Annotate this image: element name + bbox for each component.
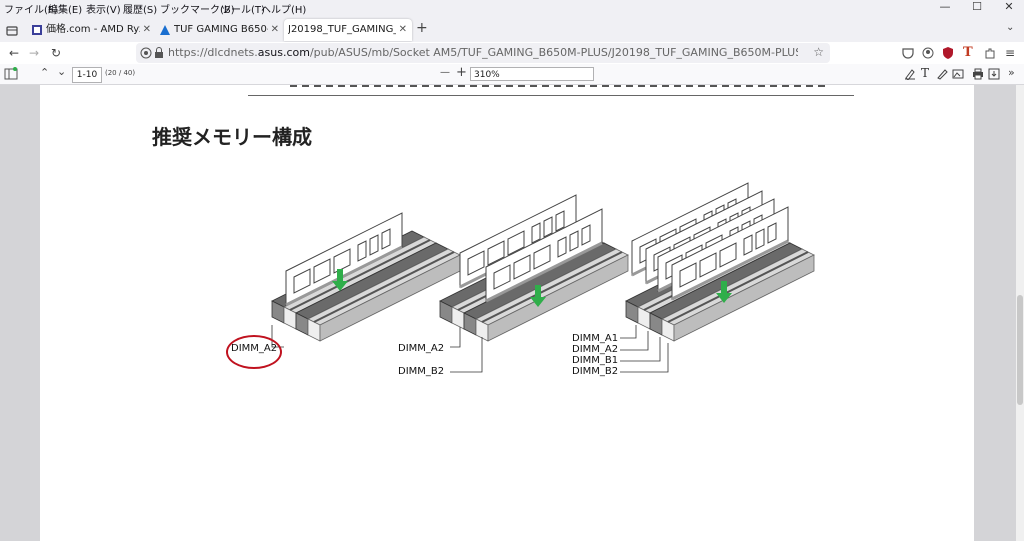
tab-title: 価格.com - AMD Ryze xyxy=(46,24,140,35)
highlight-tool-icon[interactable] xyxy=(904,68,916,80)
dimm-label-b2: DIMM_B2 xyxy=(398,366,445,377)
new-tab-button[interactable]: + xyxy=(416,20,428,36)
dimm-label-a2: DIMM_A2 xyxy=(572,344,619,355)
zoom-out-button[interactable]: — xyxy=(440,67,450,78)
dimm-label-a1: DIMM_A1 xyxy=(572,333,619,344)
tab-tuf-gaming[interactable]: TUF GAMING B650-PL ✕ xyxy=(156,19,284,41)
menu-bar: ファイル(F) 編集(E) 表示(V) 履歴(S) ブックマーク(B) ツール(… xyxy=(0,0,1024,16)
scrollbar-thumb[interactable] xyxy=(1017,295,1023,405)
menu-help[interactable]: ヘルプ(H) xyxy=(261,1,306,16)
vertical-scrollbar[interactable] xyxy=(1016,85,1024,541)
shield-extension-icon[interactable] xyxy=(942,47,954,59)
account-icon[interactable] xyxy=(922,47,934,59)
save-icon[interactable] xyxy=(988,68,1000,80)
tab-overflow-icon[interactable]: ⌄ xyxy=(1006,22,1014,33)
menu-history[interactable]: 履歴(S) xyxy=(123,1,157,16)
config-1-illustration xyxy=(271,211,461,348)
page-number-input[interactable]: 1-10 xyxy=(72,67,102,83)
dimm-label-b1: DIMM_B1 xyxy=(572,355,619,366)
maximize-button[interactable]: ☐ xyxy=(962,0,992,16)
text-tool-icon[interactable]: T xyxy=(921,66,929,80)
navigation-bar: ← → ↻ https://dlcdnets.asus.com/pub/ASUS… xyxy=(0,42,1024,65)
address-bar[interactable]: https://dlcdnets.asus.com/pub/ASUS/mb/So… xyxy=(136,43,830,63)
tab-title: TUF GAMING B650-PL xyxy=(174,24,268,35)
forward-icon[interactable]: → xyxy=(26,45,42,61)
draw-tool-icon[interactable] xyxy=(936,68,948,80)
tab-bar: 価格.com - AMD Ryze ✕ TUF GAMING B650-PL ✕… xyxy=(0,16,1024,42)
tab-kakaku[interactable]: 価格.com - AMD Ryze ✕ xyxy=(28,19,156,41)
menu-edit[interactable]: 編集(E) xyxy=(48,1,82,16)
menu-view[interactable]: 表示(V) xyxy=(86,1,121,16)
sidebar-toggle-icon[interactable] xyxy=(4,67,18,81)
pdf-page: 推奨メモリー構成 DIMM_A2 DIMM_A2 DIMM_B2 DIMM_A1… xyxy=(40,85,974,541)
zoom-select[interactable]: 310% xyxy=(470,67,594,81)
tools-more-icon[interactable]: » xyxy=(1008,66,1015,79)
close-window-button[interactable]: ✕ xyxy=(994,0,1024,16)
tab-list-icon[interactable] xyxy=(6,24,18,36)
back-icon[interactable]: ← xyxy=(6,45,22,61)
dimm-label-a2: DIMM_A2 xyxy=(398,343,445,354)
site-info-icon[interactable] xyxy=(140,47,152,59)
print-icon[interactable] xyxy=(972,68,984,80)
tab-close-icon[interactable]: ✕ xyxy=(143,19,151,41)
next-page-icon[interactable]: ⌄ xyxy=(57,65,66,78)
dimm-label-b2: DIMM_B2 xyxy=(572,366,619,377)
tab-close-icon[interactable]: ✕ xyxy=(399,19,407,41)
pdf-viewer: 推奨メモリー構成 DIMM_A2 DIMM_A2 DIMM_B2 DIMM_A1… xyxy=(0,85,1024,541)
highlight-oval xyxy=(226,335,282,369)
page-count: (20 / 40) xyxy=(105,69,136,77)
kakaku-favicon-icon xyxy=(32,25,42,35)
asus-favicon-icon xyxy=(160,25,170,35)
menu-tools[interactable]: ツール(T) xyxy=(221,1,265,16)
pocket-icon[interactable] xyxy=(902,47,914,59)
reload-icon[interactable]: ↻ xyxy=(48,45,64,61)
bookmark-star-icon[interactable]: ☆ xyxy=(813,45,824,59)
pdf-toolbar: ⌃ ⌄ 1-10 (20 / 40) — + 310% T » xyxy=(0,64,1024,85)
tab-close-icon[interactable]: ✕ xyxy=(271,19,279,41)
lock-icon xyxy=(155,47,163,58)
extensions-icon[interactable] xyxy=(984,47,996,59)
image-tool-icon[interactable] xyxy=(952,68,964,80)
config-3-illustration xyxy=(620,181,815,373)
previous-page-icon[interactable]: ⌃ xyxy=(40,66,49,79)
app-menu-icon[interactable]: ≡ xyxy=(1002,45,1018,61)
tab-title: J20198_TUF_GAMING_B6 xyxy=(288,24,396,35)
translate-extension-icon[interactable]: T xyxy=(963,45,973,60)
minimize-button[interactable]: — xyxy=(930,0,960,16)
tab-pdf-manual[interactable]: J20198_TUF_GAMING_B6 ✕ xyxy=(284,19,412,41)
zoom-in-button[interactable]: + xyxy=(456,65,467,80)
url-text: https://dlcdnets.asus.com/pub/ASUS/mb/So… xyxy=(168,46,798,59)
memory-configuration-diagram xyxy=(271,181,815,373)
